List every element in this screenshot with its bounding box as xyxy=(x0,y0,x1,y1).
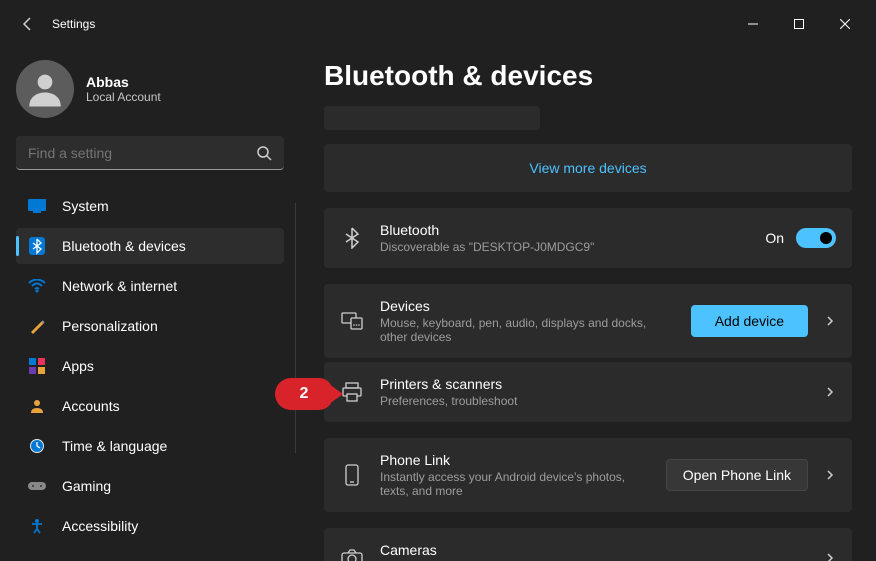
phone-title: Phone Link xyxy=(380,452,650,468)
nav-list: System Bluetooth & devices Network & int… xyxy=(16,188,284,544)
nav-personalization[interactable]: Personalization xyxy=(16,308,284,344)
nav-label: Accounts xyxy=(62,398,120,414)
camera-icon xyxy=(340,546,364,561)
nav-bluetooth-devices[interactable]: Bluetooth & devices xyxy=(16,228,284,264)
close-button[interactable] xyxy=(822,8,868,40)
system-icon xyxy=(28,197,46,215)
search-input[interactable] xyxy=(28,145,256,161)
bluetooth-state-label: On xyxy=(765,230,784,246)
bluetooth-title: Bluetooth xyxy=(380,222,749,238)
nav-accounts[interactable]: Accounts xyxy=(16,388,284,424)
chevron-right-icon xyxy=(824,386,836,398)
nav-label: Personalization xyxy=(62,318,158,334)
nav-accessibility[interactable]: Accessibility xyxy=(16,508,284,544)
devices-icon xyxy=(340,309,364,333)
nav-label: Accessibility xyxy=(62,518,138,534)
accounts-icon xyxy=(28,397,46,415)
nav-apps[interactable]: Apps xyxy=(16,348,284,384)
nav-label: Gaming xyxy=(62,478,111,494)
user-icon xyxy=(24,68,66,110)
gaming-icon xyxy=(28,477,46,495)
apps-icon xyxy=(28,357,46,375)
search-box[interactable] xyxy=(16,136,284,170)
printers-title: Printers & scanners xyxy=(380,376,808,392)
maximize-button[interactable] xyxy=(776,8,822,40)
nav-time-language[interactable]: Time & language xyxy=(16,428,284,464)
chevron-right-icon xyxy=(824,469,836,481)
account-name: Abbas xyxy=(86,74,161,90)
accessibility-icon xyxy=(28,517,46,535)
bluetooth-card[interactable]: Bluetooth Discoverable as "DESKTOP-J0MDG… xyxy=(324,208,852,268)
cameras-title: Cameras xyxy=(380,542,808,558)
account-type: Local Account xyxy=(86,90,161,104)
paintbrush-icon xyxy=(28,317,46,335)
nav-network[interactable]: Network & internet xyxy=(16,268,284,304)
nav-label: Apps xyxy=(62,358,94,374)
printers-subtitle: Preferences, troubleshoot xyxy=(380,394,808,408)
arrow-left-icon xyxy=(20,16,36,32)
minimize-icon xyxy=(748,19,758,29)
avatar xyxy=(16,60,74,118)
phone-icon xyxy=(340,463,364,487)
devices-card[interactable]: Devices Mouse, keyboard, pen, audio, dis… xyxy=(324,284,852,358)
clock-icon xyxy=(28,437,46,455)
printers-scanners-card[interactable]: Printers & scanners Preferences, trouble… xyxy=(324,362,852,422)
view-more-devices[interactable]: View more devices xyxy=(324,144,852,192)
devices-title: Devices xyxy=(380,298,675,314)
phone-link-card[interactable]: Phone Link Instantly access your Android… xyxy=(324,438,852,512)
nav-label: Time & language xyxy=(62,438,167,454)
cameras-card[interactable]: Cameras Connected cameras, default image… xyxy=(324,528,852,561)
add-device-button[interactable]: Add device xyxy=(691,305,808,337)
minimize-button[interactable] xyxy=(730,8,776,40)
annotation-marker: 2 xyxy=(275,378,333,410)
wifi-icon xyxy=(28,277,46,295)
main-content: Bluetooth & devices View more devices Bl… xyxy=(296,48,876,561)
nav-label: System xyxy=(62,198,109,214)
back-button[interactable] xyxy=(8,4,48,44)
nav-label: Network & internet xyxy=(62,278,177,294)
bluetooth-icon xyxy=(340,226,364,250)
titlebar: Settings xyxy=(0,0,876,48)
nav-system[interactable]: System xyxy=(16,188,284,224)
printer-icon xyxy=(340,380,364,404)
account-block[interactable]: Abbas Local Account xyxy=(16,48,284,136)
phone-subtitle: Instantly access your Android device's p… xyxy=(380,470,650,498)
maximize-icon xyxy=(794,19,804,29)
search-icon xyxy=(256,145,272,161)
nav-label: Bluetooth & devices xyxy=(62,238,186,254)
page-heading: Bluetooth & devices xyxy=(324,60,852,92)
chevron-right-icon xyxy=(824,315,836,327)
bluetooth-icon xyxy=(28,237,46,255)
chevron-right-icon xyxy=(824,552,836,561)
bluetooth-subtitle: Discoverable as "DESKTOP-J0MDGC9" xyxy=(380,240,749,254)
bluetooth-toggle[interactable] xyxy=(796,228,836,248)
device-placeholder xyxy=(324,106,540,130)
close-icon xyxy=(840,19,850,29)
open-phone-link-button[interactable]: Open Phone Link xyxy=(666,459,808,491)
devices-subtitle: Mouse, keyboard, pen, audio, displays an… xyxy=(380,316,675,344)
nav-gaming[interactable]: Gaming xyxy=(16,468,284,504)
window-title: Settings xyxy=(52,17,95,31)
sidebar: Abbas Local Account System Bluetooth & d… xyxy=(0,48,296,561)
